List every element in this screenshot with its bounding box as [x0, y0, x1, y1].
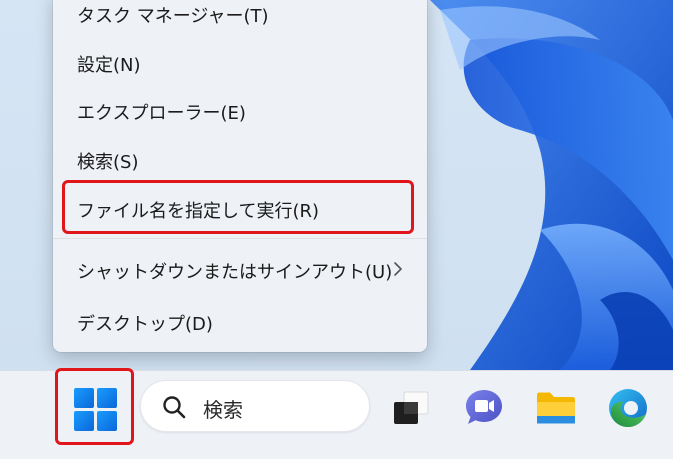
menu-item-label: エクスプローラー(E): [77, 103, 246, 124]
file-explorer-icon: [537, 392, 575, 424]
task-view-button[interactable]: [390, 386, 434, 430]
start-button-highlight: [55, 368, 134, 445]
menu-item-search[interactable]: 検索(S): [53, 137, 427, 181]
menu-item-label: デスクトップ(D): [77, 314, 213, 335]
menu-item-shutdown-signout[interactable]: シャットダウンまたはサインアウト(U): [53, 247, 427, 291]
search-label: 検索: [203, 398, 243, 422]
taskbar-search-box[interactable]: 検索: [140, 380, 370, 432]
menu-item-explorer[interactable]: エクスプローラー(E): [53, 88, 427, 132]
file-explorer-button[interactable]: [534, 386, 578, 430]
search-icon: [163, 396, 186, 419]
run-item-highlight: [62, 180, 414, 234]
edge-browser-button[interactable]: [606, 386, 650, 430]
menu-divider: [53, 238, 427, 239]
teams-chat-button[interactable]: [462, 386, 506, 430]
menu-item-label: 検索(S): [77, 152, 139, 173]
menu-item-desktop[interactable]: デスクトップ(D): [53, 299, 427, 343]
menu-item-task-manager[interactable]: タスク マネージャー(T): [53, 0, 427, 34]
menu-item-settings[interactable]: 設定(N): [53, 40, 427, 84]
task-view-icon: [394, 391, 429, 424]
menu-item-label: シャットダウンまたはサインアウト(U): [77, 262, 393, 283]
win-x-context-menu: タスク マネージャー(T) 設定(N) エクスプローラー(E) 検索(S) ファ…: [53, 0, 427, 352]
menu-item-label: タスク マネージャー(T): [77, 6, 269, 27]
teams-chat-icon: [466, 390, 502, 424]
menu-item-label: 設定(N): [77, 55, 141, 76]
edge-browser-icon: [609, 389, 647, 427]
chevron-right-icon: [394, 262, 402, 276]
